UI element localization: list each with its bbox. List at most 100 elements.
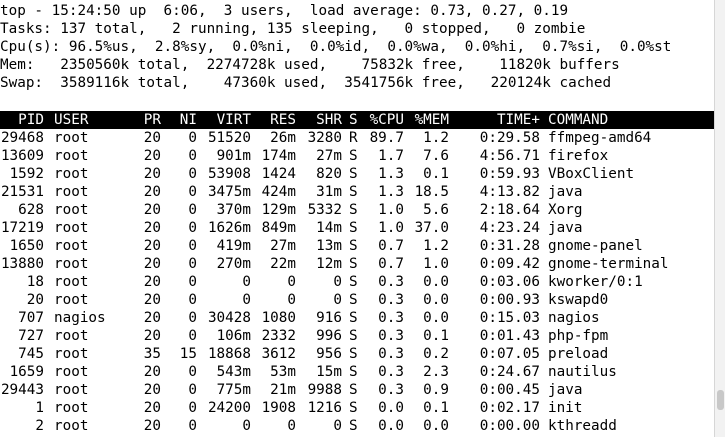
cell-pr: 20 <box>143 148 161 164</box>
cell-res: 3612 <box>261 346 296 362</box>
header-virt: VIRT <box>216 112 251 128</box>
cell-mem: 7.6 <box>423 148 449 164</box>
cell-user: root <box>54 148 89 164</box>
cell-cpu: 1.0 <box>378 220 404 236</box>
cell-shr: 12m <box>316 256 342 272</box>
cell-pid: 1 <box>35 400 44 416</box>
cell-ni: 15 <box>179 346 197 362</box>
cell-ni: 0 <box>188 364 197 380</box>
cell-cpu: 0.3 <box>378 328 404 344</box>
cell-user: root <box>54 364 89 380</box>
cell-virt: 1626m <box>207 220 251 236</box>
cell-s: S <box>349 256 358 272</box>
cell-user: root <box>54 418 89 434</box>
cell-mem: 5.6 <box>423 202 449 218</box>
cell-user: root <box>54 184 89 200</box>
cell-virt: 543m <box>216 364 251 380</box>
terminal-window[interactable]: top - 15:24:50 up 6:06, 3 users, load av… <box>0 0 715 437</box>
tasks-line: Tasks: 137 total, 2 running, 135 sleepin… <box>0 21 586 37</box>
cell-pr: 20 <box>143 418 161 434</box>
cell-user: root <box>54 166 89 182</box>
table-row: 13609 root 20 0 901m 174m 27m S 1.7 7.6 4:56.71 fir… <box>0 147 715 165</box>
cell-virt: 53908 <box>207 166 251 182</box>
header-shr: SHR <box>316 112 342 128</box>
cell-res: 2332 <box>261 328 296 344</box>
cell-pr: 20 <box>143 274 161 290</box>
cell-command: init <box>548 400 583 416</box>
cpu-line: Cpu(s): 96.5%us, 2.8%sy, 0.0%ni, 0.0%id,… <box>0 39 672 55</box>
table-row: 13880 root 20 0 270m 22m 12m S 0.7 1.0 0:09.42 gnom… <box>0 255 715 273</box>
cell-res: 849m <box>261 220 296 236</box>
cell-ni: 0 <box>188 130 197 146</box>
cell-s: S <box>349 148 358 164</box>
table-row: 20 root 20 0 0 0 0 S 0.3 0.0 0:00.93 kswapd0 <box>0 291 715 309</box>
header-user: USER <box>54 112 89 128</box>
cell-res: 424m <box>261 184 296 200</box>
cell-ni: 0 <box>188 202 197 218</box>
header-pr: PR <box>143 112 161 128</box>
cell-time: 0:03.06 <box>479 274 540 290</box>
cell-res: 22m <box>270 256 296 272</box>
cell-time: 0:07.05 <box>479 346 540 362</box>
cell-res: 21m <box>270 382 296 398</box>
cell-pid: 13609 <box>0 148 44 164</box>
cell-shr: 5332 <box>307 202 342 218</box>
cell-command: Xorg <box>548 202 583 218</box>
cell-virt: 270m <box>216 256 251 272</box>
cell-shr: 27m <box>316 148 342 164</box>
cell-user: root <box>54 328 89 344</box>
table-row: 2 root 20 0 0 0 0 S 0.0 0.0 0:00.00 kthreadd <box>0 417 715 435</box>
table-row: 1659 root 20 0 543m 53m 15m S 0.3 2.3 0:24.67 nauti… <box>0 363 715 381</box>
cell-mem: 2.3 <box>423 364 449 380</box>
cell-res: 26m <box>270 130 296 146</box>
cell-pid: 13880 <box>0 256 44 272</box>
cell-command: gnome-terminal <box>548 256 669 272</box>
cell-cpu: 0.3 <box>378 382 404 398</box>
cell-cpu: 0.3 <box>378 274 404 290</box>
cell-pr: 20 <box>143 292 161 308</box>
cell-command: VBoxClient <box>548 166 635 182</box>
table-row: 29443 root 20 0 775m 21m 9988 S 0.3 0.9 0:00.45 jav… <box>0 381 715 399</box>
cell-user: root <box>54 202 89 218</box>
cell-pid: 707 <box>18 310 44 326</box>
cell-time: 0:00.00 <box>479 418 540 434</box>
cell-time: 4:56.71 <box>479 148 540 164</box>
scrollbar-thumb[interactable] <box>717 390 724 410</box>
cell-time: 2:18.64 <box>479 202 540 218</box>
table-row: 707 nagios 20 0 30428 1080 916 S 0.3 0.0 0:15.03 na… <box>0 309 715 327</box>
cell-cpu: 0.7 <box>378 238 404 254</box>
cell-ni: 0 <box>188 256 197 272</box>
cell-pid: 21531 <box>0 184 44 200</box>
cell-res: 174m <box>261 148 296 164</box>
cell-cpu: 0.3 <box>378 310 404 326</box>
cell-pr: 20 <box>143 202 161 218</box>
cell-virt: 3475m <box>207 184 251 200</box>
cell-user: root <box>54 238 89 254</box>
table-row: 21531 root 20 0 3475m 424m 31m S 1.3 18.5 4:13.82 j… <box>0 183 715 201</box>
cell-mem: 1.0 <box>423 256 449 272</box>
cell-user: root <box>54 400 89 416</box>
header-command: COMMAND <box>548 112 609 128</box>
cell-shr: 15m <box>316 364 342 380</box>
cell-command: kworker/0:1 <box>548 274 643 290</box>
cell-ni: 0 <box>188 274 197 290</box>
cell-mem: 0.2 <box>423 346 449 362</box>
cell-command: java <box>548 220 583 236</box>
cell-mem: 0.0 <box>423 292 449 308</box>
cell-time: 0:31.28 <box>479 238 540 254</box>
header-row: PID USER PR NI VIRT RES SHR S %CPU %MEM TIME+ COMMA… <box>0 111 715 129</box>
table-row: 1 root 20 0 24200 1908 1216 S 0.0 0.1 0:02.17 init <box>0 399 715 417</box>
cell-pid: 17219 <box>0 220 44 236</box>
cell-ni: 0 <box>188 310 197 326</box>
cell-user: root <box>54 292 89 308</box>
vertical-scrollbar[interactable] <box>714 0 725 437</box>
cell-ni: 0 <box>188 238 197 254</box>
cell-virt: 419m <box>216 238 251 254</box>
cell-virt: 0 <box>242 418 251 434</box>
cell-virt: 901m <box>216 148 251 164</box>
cell-user: root <box>54 274 89 290</box>
cell-time: 0:15.03 <box>479 310 540 326</box>
cell-time: 0:59.93 <box>479 166 540 182</box>
cell-time: 0:01.43 <box>479 328 540 344</box>
cell-command: ffmpeg-amd64 <box>548 130 652 146</box>
